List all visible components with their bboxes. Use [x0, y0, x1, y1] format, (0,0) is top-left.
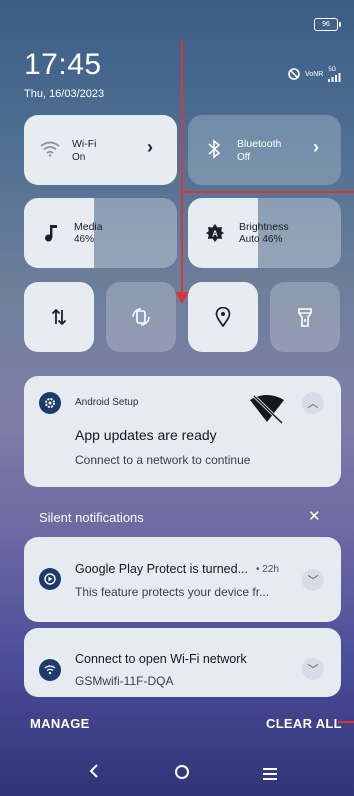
manage-button[interactable]: MANAGE	[30, 716, 90, 731]
do-not-disturb-icon	[288, 67, 300, 82]
wifi-chevron-icon[interactable]: ›	[147, 137, 153, 158]
bluetooth-state: Off	[237, 152, 251, 163]
notification-body: GSMwifi-11F-DQA	[75, 674, 174, 688]
clock-time: 17:45	[24, 48, 102, 81]
wifi-notification-icon	[39, 659, 61, 681]
volte-nr-icon: VoNR	[305, 71, 324, 78]
notification-title: Connect to open Wi-Fi network	[75, 652, 247, 666]
wifi-icon	[40, 141, 60, 157]
system-status-icons: VoNR 5G	[288, 67, 342, 82]
auto-rotate-toggle[interactable]	[106, 282, 176, 352]
wifi-label: Wi-Fi	[72, 138, 97, 150]
collapse-chevron-icon[interactable]: ︿	[302, 392, 324, 414]
location-icon	[215, 307, 231, 327]
notification-time: • 22h	[256, 564, 279, 575]
media-volume-slider[interactable]: Media 46%	[24, 198, 177, 268]
back-icon[interactable]	[88, 762, 100, 785]
bluetooth-tile[interactable]: Bluetooth Off ›	[188, 115, 341, 185]
play-protect-icon	[39, 568, 61, 590]
play-protect-notification[interactable]: Google Play Protect is turned... • 22h ﹀…	[24, 537, 341, 622]
clock-date: Thu, 16/03/2023	[24, 88, 105, 100]
android-setup-notification[interactable]: Android Setup ︿ App updates are ready Co…	[24, 376, 341, 487]
mobile-data-toggle[interactable]	[24, 282, 94, 352]
brightness-slider[interactable]: A Brightness Auto 46%	[188, 198, 341, 268]
notification-title: Google Play Protect is turned...	[75, 562, 249, 576]
brightness-value: Auto 46%	[239, 234, 283, 245]
music-note-icon	[45, 225, 57, 242]
wifi-tile[interactable]: Wi-Fi On ›	[24, 115, 177, 185]
bluetooth-chevron-icon[interactable]: ›	[313, 137, 319, 158]
media-value: 46%	[74, 234, 95, 245]
silent-notifications-header: Silent notifications	[39, 510, 144, 525]
media-label: Media	[74, 221, 103, 233]
location-toggle[interactable]	[188, 282, 258, 352]
auto-brightness-icon: A	[206, 224, 224, 242]
recents-menu-icon[interactable]	[262, 764, 278, 787]
battery-indicator: 96	[314, 18, 341, 31]
wifi-state: On	[72, 152, 86, 163]
annotation-pointer-line	[338, 721, 354, 723]
home-icon[interactable]	[174, 763, 190, 786]
auto-rotate-icon	[132, 308, 150, 326]
signal-icon: 5G	[328, 67, 342, 82]
dismiss-silent-close-icon[interactable]: ✕	[308, 507, 321, 525]
notification-app-name: Android Setup	[75, 397, 139, 408]
svg-text:A: A	[212, 230, 218, 239]
flashlight-icon	[298, 308, 312, 327]
wifi-off-icon	[250, 394, 284, 425]
annotation-swipe-line	[181, 40, 183, 298]
brightness-label: Brightness	[239, 221, 289, 233]
expand-chevron-icon[interactable]: ﹀	[302, 658, 324, 680]
data-transfer-icon	[51, 308, 67, 326]
notification-body: Connect to a network to continue	[75, 453, 251, 467]
annotation-arrow-down-icon	[175, 292, 189, 304]
expand-chevron-icon[interactable]: ﹀	[302, 569, 324, 591]
settings-gear-icon	[39, 392, 61, 414]
open-wifi-notification[interactable]: Connect to open Wi-Fi network ﹀ GSMwifi-…	[24, 628, 341, 697]
bluetooth-icon	[208, 139, 220, 159]
notification-title: App updates are ready	[75, 427, 217, 443]
annotation-horizontal-line	[183, 191, 354, 193]
clear-all-button[interactable]: CLEAR ALL	[266, 716, 342, 731]
notification-body: This feature protects your device fr...	[75, 585, 270, 599]
flashlight-toggle[interactable]	[270, 282, 340, 352]
bluetooth-label: Bluetooth	[237, 138, 282, 150]
media-slider-fill	[24, 198, 95, 268]
